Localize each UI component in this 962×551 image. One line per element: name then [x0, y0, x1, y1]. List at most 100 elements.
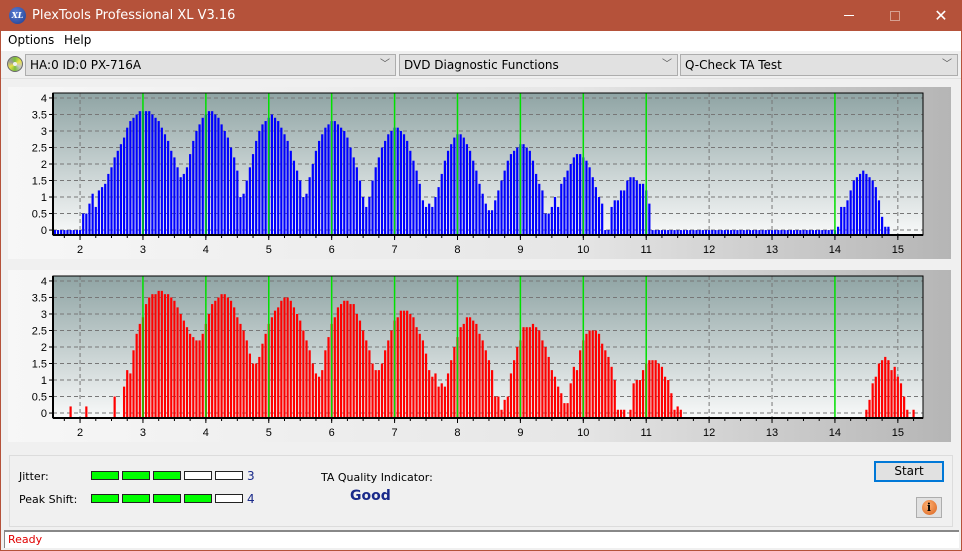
bar: [522, 327, 525, 418]
bar: [406, 310, 409, 418]
y-tick-label: 1: [41, 192, 47, 204]
bar: [371, 363, 374, 418]
bar: [336, 307, 340, 418]
title-bar: XL PlexTools Professional XL V3.16 ✕: [1, 0, 961, 31]
y-tick-label: 3.5: [32, 109, 47, 121]
bar: [903, 396, 906, 418]
bar: [478, 183, 481, 235]
bar: [100, 187, 104, 235]
status-text: Ready: [8, 533, 43, 546]
bar: [453, 347, 456, 418]
bar: [679, 409, 682, 418]
bar: [450, 144, 453, 235]
meter-segment: [91, 494, 119, 503]
close-button[interactable]: ✕: [918, 0, 962, 31]
bar: [148, 297, 151, 418]
y-tick-label: 3.5: [32, 292, 47, 304]
close-icon: ✕: [934, 5, 948, 25]
bar: [245, 180, 248, 235]
bar: [248, 167, 251, 235]
bar: [289, 300, 292, 418]
bar: [116, 150, 119, 235]
bar: [890, 370, 893, 418]
bar: [292, 160, 296, 235]
minimize-button[interactable]: [826, 0, 872, 31]
y-tick-label: 2: [41, 342, 47, 354]
y-tick-label: 0.5: [32, 209, 47, 221]
bar: [654, 360, 657, 418]
bar: [610, 366, 613, 418]
bar: [283, 134, 286, 235]
bar: [88, 203, 91, 235]
x-tick-label: 14: [829, 244, 841, 256]
bar: [223, 130, 226, 235]
bar: [846, 200, 849, 235]
bar: [557, 206, 560, 235]
bar: [151, 114, 154, 235]
meter-segment: [122, 471, 150, 480]
bar: [412, 160, 415, 235]
menu-options[interactable]: Options: [8, 33, 54, 47]
bar: [648, 203, 651, 235]
bar: [163, 134, 167, 235]
bar: [610, 206, 613, 235]
bar: [377, 370, 380, 418]
peak-shift-value: 4: [247, 492, 255, 506]
bar: [94, 206, 97, 235]
bar: [311, 363, 314, 418]
bar: [182, 173, 185, 235]
x-tick-label: 7: [392, 244, 398, 256]
bar: [409, 313, 412, 418]
bar: [651, 360, 654, 418]
bar: [613, 380, 616, 418]
bar: [324, 350, 327, 418]
test-select[interactable]: Q-Check TA Test ﹀: [680, 54, 958, 76]
bar: [185, 167, 189, 235]
bar: [195, 130, 198, 235]
bar: [641, 183, 645, 235]
info-button[interactable]: i: [916, 497, 942, 518]
function-select[interactable]: DVD Diagnostic Functions ﹀: [399, 54, 678, 76]
bar: [503, 170, 506, 235]
jitter-label: Jitter:: [19, 470, 49, 483]
bar: [251, 154, 255, 235]
bar: [676, 406, 679, 418]
chevron-down-icon: ﹀: [942, 59, 952, 70]
bar: [321, 134, 324, 235]
bar: [424, 353, 428, 418]
bar: [179, 177, 182, 235]
x-tick-label: 11: [640, 244, 651, 256]
bar: [321, 370, 324, 418]
bar: [82, 213, 85, 235]
bar: [277, 307, 280, 418]
bar: [428, 203, 431, 235]
minimize-icon: [844, 15, 854, 16]
bar: [157, 290, 160, 418]
bar: [601, 343, 604, 418]
menu-help[interactable]: Help: [64, 33, 91, 47]
bar: [214, 114, 217, 235]
bar: [566, 403, 569, 418]
x-tick-label: 13: [766, 244, 778, 256]
bar: [487, 360, 491, 418]
bar: [129, 373, 132, 418]
x-tick-label: 9: [517, 427, 523, 439]
maximize-button[interactable]: [872, 0, 918, 31]
bar: [572, 157, 575, 235]
chart-bottom-panel: 0 0.5 1 1.5 2 2.5 3 3.5 4 2 3 4 5 6 7 8 9 10 11 12 13 14 15: [8, 270, 951, 442]
bar: [160, 127, 163, 235]
bar: [69, 406, 72, 418]
bar: [494, 200, 497, 235]
bar: [402, 134, 406, 235]
bar: [122, 137, 126, 235]
bar: [871, 180, 874, 235]
x-tick-label: 15: [892, 427, 904, 439]
bar: [138, 111, 141, 235]
bar: [333, 317, 336, 418]
bar: [189, 154, 192, 235]
drive-select[interactable]: HA:0 ID:0 PX-716A ﹀: [25, 54, 396, 76]
bar: [349, 304, 352, 418]
start-button[interactable]: Start: [874, 461, 944, 482]
bar: [358, 180, 362, 235]
bar: [377, 157, 380, 235]
